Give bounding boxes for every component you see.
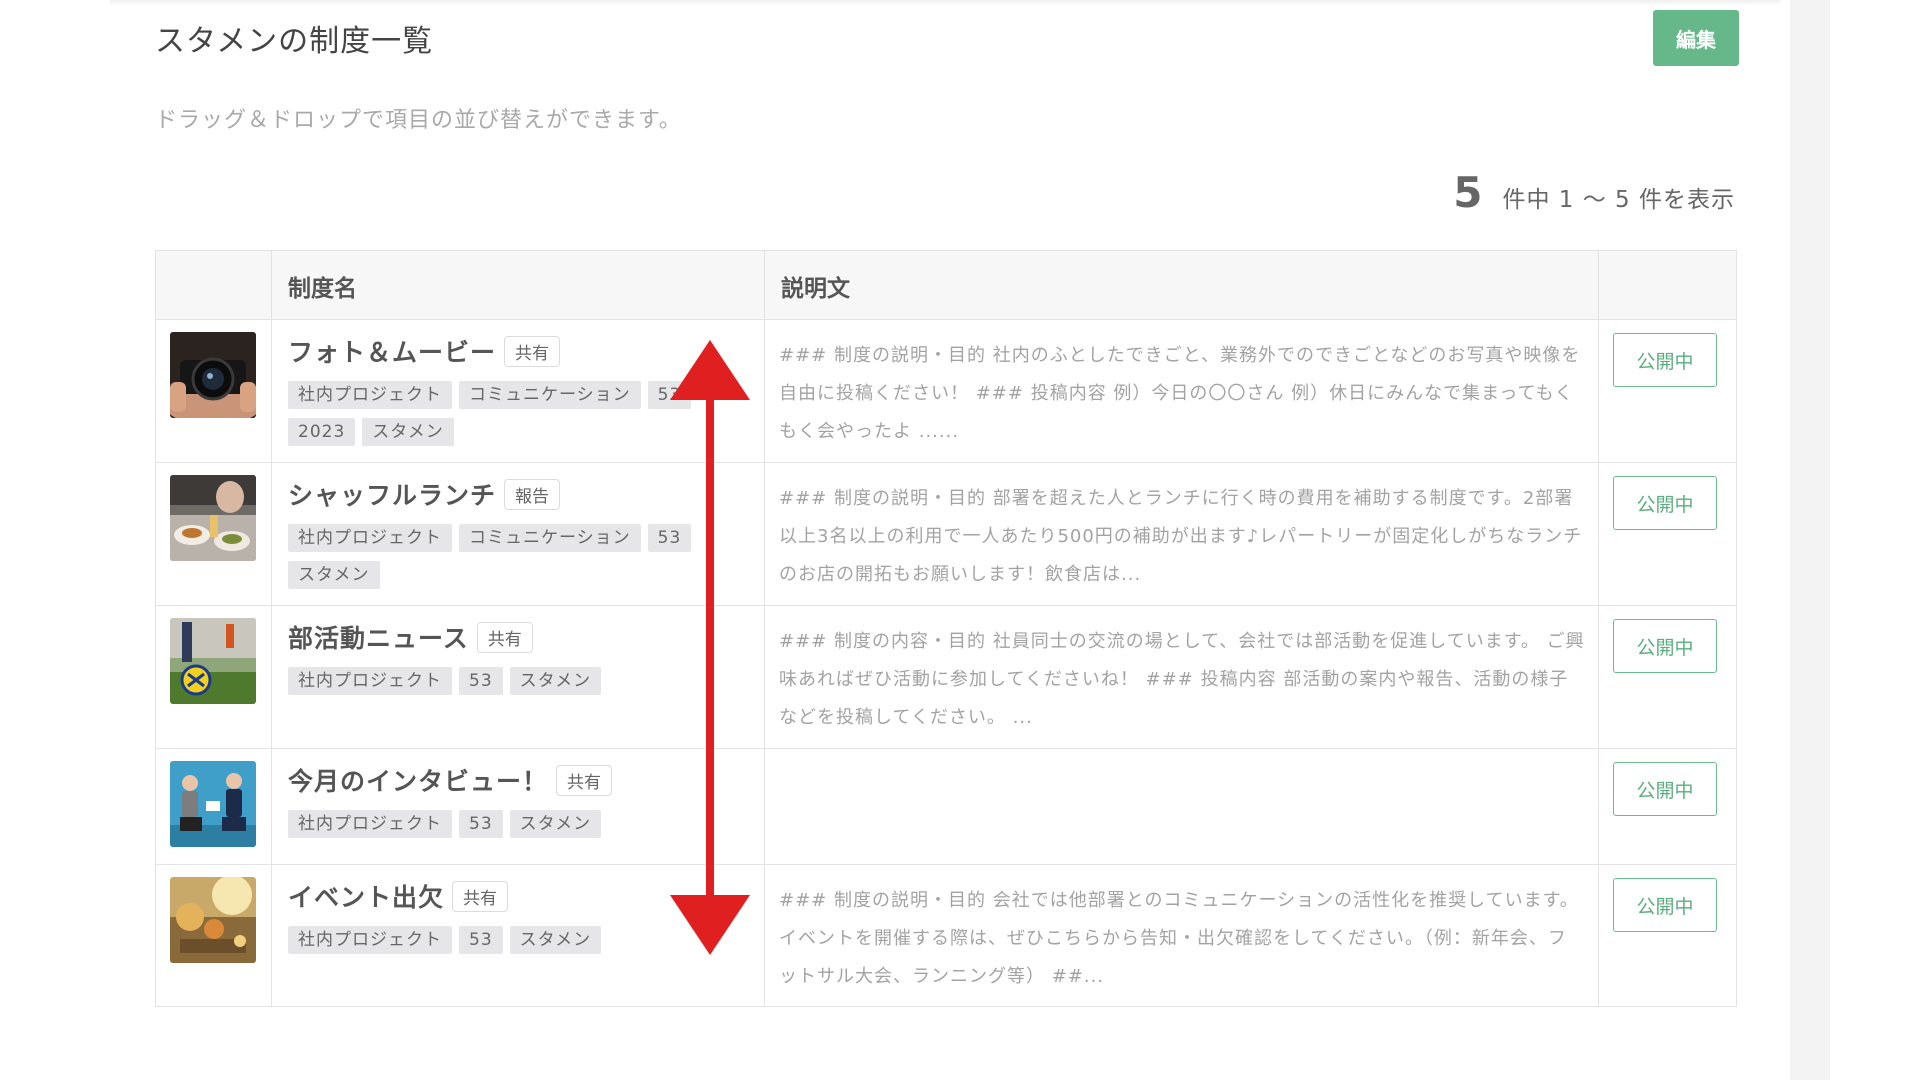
edit-button[interactable]: 編集 — [1653, 10, 1739, 66]
table-row[interactable]: フォト＆ムービー 共有 社内プロジェクト コミュニケーション 53 2023 ス… — [156, 319, 1736, 463]
drag-reorder-arrow-icon — [670, 340, 750, 955]
kind-badge: 共有 — [476, 621, 533, 653]
publish-status-button[interactable]: 公開中 — [1613, 476, 1717, 530]
tag: 53 — [459, 926, 503, 954]
tag: コミュニケーション — [459, 381, 641, 409]
lunch-photo-icon — [170, 475, 256, 561]
row-title[interactable]: 部活動ニュース — [288, 619, 469, 655]
page-title: スタメンの制度一覧 — [155, 24, 434, 59]
system-table: 制度名 説明文 フォト＆ムービー 共有 社内プロジェクト コミュニケーション 5… — [155, 250, 1737, 1007]
tag: 2023 — [288, 418, 356, 446]
kind-badge: 共有 — [504, 335, 561, 367]
thumb-cell — [156, 748, 272, 864]
header-thumb — [156, 251, 272, 319]
publish-status-button[interactable]: 公開中 — [1613, 619, 1717, 673]
table-row[interactable]: 部活動ニュース 共有 社内プロジェクト 53 スタメン ### 制度の内容・目的… — [156, 605, 1736, 749]
row-description: ### 制度の説明・目的 会社では他部署とのコミュニケーションの活性化を推奨して… — [779, 890, 1579, 987]
event-photo-icon — [170, 877, 256, 963]
result-count-text: 件中 1 〜 5 件を表示 — [1502, 187, 1735, 213]
row-title-group: シャッフルランチ 報告 — [288, 476, 561, 512]
soccer-photo-icon — [170, 618, 256, 704]
status-cell: 公開中 — [1599, 319, 1736, 462]
header-name-label: 制度名 — [288, 276, 357, 302]
row-title-group: イベント出欠 共有 — [288, 878, 509, 914]
page: スタメンの制度一覧 編集 ドラッグ＆ドロップで項目の並び替えができます。 5 件… — [0, 0, 1920, 1080]
tag: スタメン — [288, 561, 380, 589]
table-row[interactable]: シャッフルランチ 報告 社内プロジェクト コミュニケーション 53 スタメン #… — [156, 462, 1736, 606]
tag: スタメン — [509, 810, 602, 838]
header-name: 制度名 — [272, 251, 765, 319]
status-cell: 公開中 — [1599, 864, 1736, 1006]
row-title-group: 今月のインタビュー！ 共有 — [288, 762, 613, 798]
row-title-group: フォト＆ムービー 共有 — [288, 333, 561, 369]
tag: スタメン — [509, 926, 602, 954]
tag: コミュニケーション — [459, 524, 641, 552]
description-cell — [765, 748, 1599, 864]
status-cell: 公開中 — [1599, 462, 1736, 605]
thumb-cell — [156, 605, 272, 748]
result-count: 5 件中 1 〜 5 件を表示 — [1453, 168, 1735, 217]
publish-status-button[interactable]: 公開中 — [1613, 762, 1717, 816]
table-row[interactable]: イベント出欠 共有 社内プロジェクト 53 スタメン ### 制度の説明・目的 … — [156, 864, 1736, 1006]
description-cell: ### 制度の説明・目的 社内のふとしたできごと、業務外でのできごとなどのお写真… — [765, 319, 1599, 462]
row-description: ### 制度の説明・目的 社内のふとしたできごと、業務外でのできごとなどのお写真… — [779, 345, 1581, 442]
tag: 社内プロジェクト — [288, 926, 452, 954]
kind-badge: 報告 — [504, 478, 561, 510]
status-cell: 公開中 — [1599, 748, 1736, 864]
status-cell: 公開中 — [1599, 605, 1736, 748]
top-shadow — [110, 0, 1780, 6]
thumb-cell — [156, 462, 272, 605]
row-title[interactable]: フォト＆ムービー — [288, 333, 496, 369]
kind-badge: 共有 — [452, 880, 509, 912]
header-status — [1599, 251, 1736, 319]
row-title[interactable]: シャッフルランチ — [288, 476, 496, 512]
publish-status-button[interactable]: 公開中 — [1613, 878, 1717, 932]
description-cell: ### 制度の内容・目的 社員同士の交流の場として、会社では部活動を促進していま… — [765, 605, 1599, 748]
row-title[interactable]: 今月のインタビュー！ — [288, 762, 548, 798]
tag: 53 — [459, 810, 503, 838]
tag: 社内プロジェクト — [288, 667, 452, 695]
camera-photo-icon — [170, 332, 256, 418]
table-header: 制度名 説明文 — [156, 251, 1736, 320]
interview-illustration-icon — [170, 761, 256, 847]
drag-drop-hint: ドラッグ＆ドロップで項目の並び替えができます。 — [155, 108, 682, 133]
tag: スタメン — [509, 667, 602, 695]
tag: スタメン — [362, 418, 454, 446]
row-title[interactable]: イベント出欠 — [288, 878, 444, 914]
description-cell: ### 制度の説明・目的 部署を超えた人とランチに行く時の費用を補助する制度です… — [765, 462, 1599, 605]
table-row[interactable]: 今月のインタビュー！ 共有 社内プロジェクト 53 スタメン 公開中 — [156, 748, 1736, 865]
thumb-cell — [156, 319, 272, 462]
row-description: ### 制度の内容・目的 社員同士の交流の場として、会社では部活動を促進していま… — [779, 631, 1585, 728]
tag: 53 — [459, 667, 503, 695]
tag: 社内プロジェクト — [288, 381, 452, 409]
row-title-group: 部活動ニュース 共有 — [288, 619, 533, 655]
row-description: ### 制度の説明・目的 部署を超えた人とランチに行く時の費用を補助する制度です… — [779, 488, 1583, 585]
description-cell: ### 制度の説明・目的 会社では他部署とのコミュニケーションの活性化を推奨して… — [765, 864, 1599, 1006]
header-description: 説明文 — [765, 251, 1599, 319]
tag: 社内プロジェクト — [288, 524, 452, 552]
header-description-label: 説明文 — [781, 276, 850, 302]
thumb-cell — [156, 864, 272, 1006]
result-count-number: 5 — [1453, 168, 1483, 217]
kind-badge: 共有 — [556, 764, 613, 796]
right-gutter — [1790, 0, 1830, 1080]
tag: 社内プロジェクト — [288, 810, 452, 838]
publish-status-button[interactable]: 公開中 — [1613, 333, 1717, 387]
